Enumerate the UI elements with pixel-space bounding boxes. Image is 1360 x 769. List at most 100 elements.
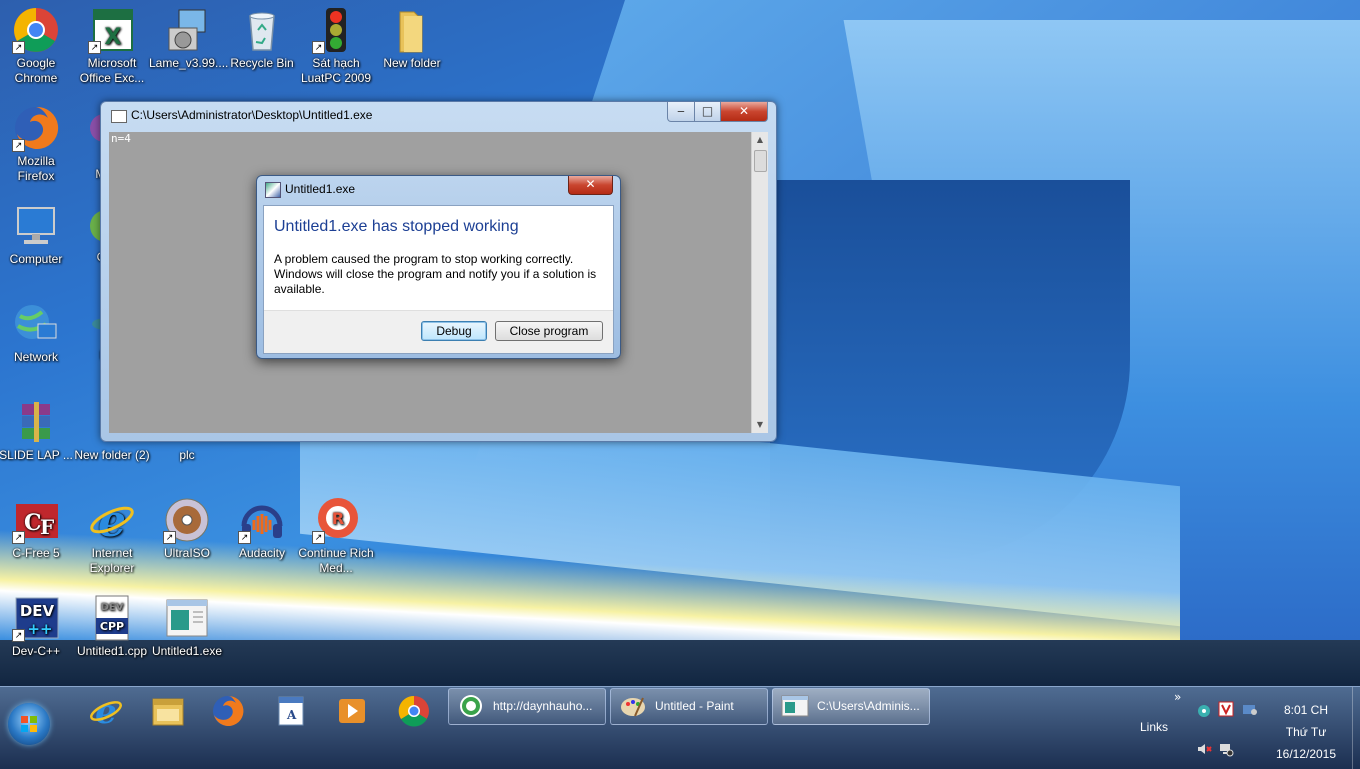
icon-label: Recycle Bin <box>230 56 294 70</box>
show-desktop-button[interactable] <box>1352 687 1360 769</box>
volume-muted-icon[interactable] <box>1196 741 1212 757</box>
dialog-heading: Untitled1.exe has stopped working <box>274 218 519 235</box>
icon-label: Continue Rich Med... <box>298 546 374 575</box>
taskbar-wordpad[interactable]: A <box>262 691 318 731</box>
console-app-icon <box>111 110 127 123</box>
desktop-icon-new-folder[interactable]: New folder <box>374 6 450 71</box>
system-clock[interactable]: 8:01 CH Thứ Tư 16/12/2015 <box>1268 699 1344 765</box>
taskbar-internet-explorer[interactable]: e <box>78 691 134 732</box>
windows-logo-icon <box>21 716 37 732</box>
audacity-icon: ↗ <box>238 496 286 544</box>
desktop-icon-google-chrome[interactable]: ↗ Google Chrome <box>0 6 74 86</box>
media-player-icon <box>339 699 365 723</box>
console-window-icon <box>781 695 809 717</box>
taskbar-button-console[interactable]: C:\Users\Adminis... <box>772 688 930 725</box>
dev-cpp-icon: DEV ++ ↗ <box>12 594 60 642</box>
tray-device-icon[interactable] <box>1242 701 1258 717</box>
toolbar-overflow-chevron[interactable]: » <box>1174 690 1181 704</box>
cpp-file-icon: DEV CPP <box>88 594 136 642</box>
vertical-scrollbar[interactable]: ▲ ▼ <box>751 132 768 433</box>
svg-text:X: X <box>105 25 122 50</box>
desktop-icon-microsoft-excel[interactable]: X ↗ Microsoft Office Exc... <box>74 6 150 86</box>
google-chrome-icon <box>398 695 429 727</box>
shortcut-arrow-icon: ↗ <box>238 531 251 544</box>
desktop-icon-sat-hach[interactable]: ↗ Sát hạch LuatPC 2009 <box>298 6 374 86</box>
icon-label: Untitled1.cpp <box>76 644 148 658</box>
desktop-icon-ultraiso[interactable]: ↗ UltraISO <box>149 496 225 561</box>
desktop-icon-recycle-bin[interactable]: Recycle Bin <box>224 6 300 71</box>
shortcut-arrow-icon: ↗ <box>312 531 325 544</box>
clock-date: 16/12/2015 <box>1275 747 1337 761</box>
shortcut-arrow-icon: ↗ <box>312 41 325 54</box>
clock-time: 8:01 CH <box>1283 703 1329 717</box>
desktop-icon-continue-rich-media[interactable]: R ↗ Continue Rich Med... <box>298 496 374 576</box>
minimize-button[interactable]: ‒ <box>667 102 695 122</box>
microsoft-excel-icon: X ↗ <box>88 6 136 54</box>
taskbar-media-player[interactable] <box>323 691 379 731</box>
icon-label: Sát hạch LuatPC 2009 <box>300 56 372 85</box>
taskbar-button-paint[interactable]: Untitled - Paint <box>610 688 768 725</box>
desktop-icon-network[interactable]: Network <box>0 300 74 365</box>
taskbar-firefox[interactable] <box>200 691 256 731</box>
scroll-down-icon[interactable]: ▼ <box>752 417 768 433</box>
links-toolbar[interactable]: Links <box>1140 720 1168 734</box>
taskbar-file-explorer[interactable] <box>139 691 195 731</box>
taskbar-google-chrome[interactable] <box>386 691 442 731</box>
scrollbar-thumb[interactable] <box>754 150 767 172</box>
taskbar: e A http://daynhauho... Untitled - Paint… <box>0 686 1360 769</box>
recycle-bin-icon <box>238 6 286 54</box>
icon-label: SLIDE LAP ... <box>0 448 73 462</box>
taskbar-button-label: Untitled - Paint <box>655 699 734 713</box>
desktop-icon-lame-installer[interactable]: Lame_v3.99.... <box>149 6 228 71</box>
wordpad-icon: A <box>278 696 304 726</box>
desktop-icon-internet-explorer[interactable]: e Internet Explorer <box>74 496 150 576</box>
shortcut-arrow-icon: ↗ <box>12 139 25 152</box>
internet-explorer-icon: e <box>88 496 136 547</box>
svg-text:++: ++ <box>27 620 52 638</box>
desktop-icon-dev-cpp[interactable]: DEV ++ ↗ Dev-C++ <box>0 594 74 659</box>
dialog-close-button[interactable]: ✕ <box>568 176 613 195</box>
debug-button[interactable]: Debug <box>421 321 487 341</box>
start-button[interactable] <box>8 703 50 745</box>
desktop-icon-c-free[interactable]: CF ↗ C-Free 5 <box>0 496 74 561</box>
icon-label: Audacity <box>238 546 286 560</box>
scroll-up-icon[interactable]: ▲ <box>752 132 768 148</box>
desktop-icon-audacity[interactable]: ↗ Audacity <box>224 496 300 561</box>
network-icon <box>12 300 60 348</box>
svg-text:e: e <box>98 496 126 544</box>
icon-label: UltraISO <box>163 546 210 560</box>
taskbar-button-browser[interactable]: http://daynhauho... <box>448 688 606 725</box>
folder-icon <box>388 6 436 54</box>
svg-text:DEV: DEV <box>20 602 55 620</box>
google-chrome-icon: ↗ <box>12 6 60 54</box>
taskbar-button-label: http://daynhauho... <box>493 699 593 713</box>
tray-network-tool-icon[interactable] <box>1196 703 1212 719</box>
tray-antivirus-icon[interactable] <box>1218 701 1234 717</box>
traffic-light-icon: ↗ <box>312 6 360 54</box>
icon-label: Dev-C++ <box>11 644 61 658</box>
icon-label: Mozilla Firefox <box>17 154 55 183</box>
network-status-icon[interactable] <box>1218 741 1234 757</box>
icon-label: C-Free 5 <box>12 546 60 560</box>
shortcut-arrow-icon: ↗ <box>12 531 25 544</box>
icon-label: plc <box>179 448 195 462</box>
error-dialog[interactable]: Untitled1.exe ✕ Untitled1.exe has stoppe… <box>256 175 621 359</box>
firefox-icon <box>213 695 244 726</box>
desktop-icon-untitled-exe[interactable]: Untitled1.exe <box>149 594 225 659</box>
svg-text:A: A <box>286 708 297 722</box>
icon-label: New folder (2) <box>74 448 150 462</box>
dialog-title: Untitled1.exe <box>285 182 356 196</box>
dialog-body: Untitled1.exe has stopped working A prob… <box>263 205 614 354</box>
close-button[interactable]: ✕ <box>720 102 768 122</box>
winrar-archive-icon <box>12 398 60 446</box>
close-program-button[interactable]: Close program <box>495 321 603 341</box>
dialog-message: A problem caused the program to stop wor… <box>274 252 597 296</box>
svg-text:e: e <box>95 692 117 731</box>
desktop-icon-untitled-cpp[interactable]: DEV CPP Untitled1.cpp <box>74 594 150 659</box>
desktop-icon-computer[interactable]: Computer <box>0 202 74 267</box>
maximize-button[interactable]: □ <box>694 102 721 122</box>
desktop-icon-mozilla-firefox[interactable]: ↗ Mozilla Firefox <box>0 104 74 184</box>
svg-text:F: F <box>40 515 54 539</box>
computer-icon <box>12 202 60 250</box>
desktop-icon-slide-lap[interactable]: SLIDE LAP ... <box>0 398 74 463</box>
